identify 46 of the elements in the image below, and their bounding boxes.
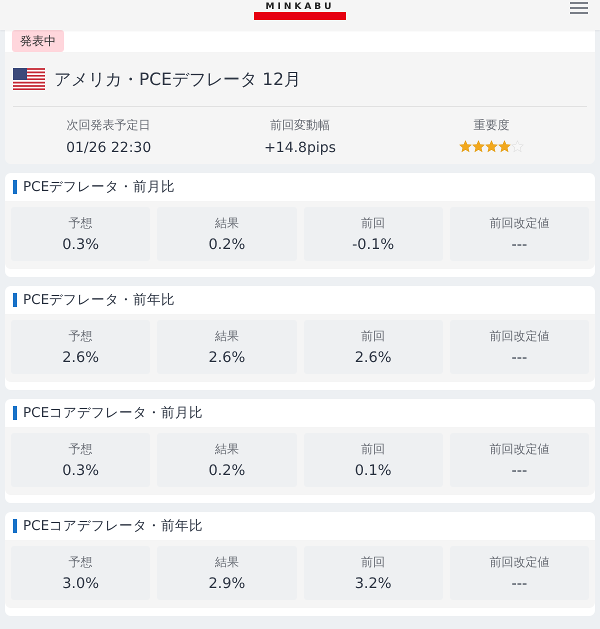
- cell-label: 前回: [361, 328, 386, 345]
- cell-value: ---: [512, 576, 528, 592]
- info-label: 次回発表予定日: [66, 117, 151, 134]
- cell-label: 前回改定値: [489, 215, 550, 232]
- status-badge: 発表中: [12, 30, 64, 52]
- cell-value: 2.9%: [208, 576, 246, 592]
- menu-icon[interactable]: [570, 2, 588, 14]
- cell-value: -0.1%: [352, 237, 394, 253]
- cell-label: 前回: [361, 215, 386, 232]
- info-value: +14.8pips: [264, 140, 336, 156]
- cell-value: 2.6%: [354, 350, 392, 366]
- cell-value: 2.6%: [62, 350, 100, 366]
- section-title: PCEコアデフレータ・前年比: [23, 517, 204, 535]
- section-title: PCEコアデフレータ・前月比: [23, 404, 204, 422]
- flag-icon: [13, 68, 45, 90]
- section-title: PCEデフレータ・前月比: [23, 178, 176, 196]
- cell-value: 2.6%: [208, 350, 246, 366]
- cell-value: ---: [512, 237, 528, 253]
- cell-value: ---: [512, 463, 528, 479]
- cell-label: 前回改定値: [489, 441, 550, 458]
- cell-value: 3.0%: [62, 576, 100, 592]
- cell-value: 0.2%: [208, 237, 246, 253]
- cell-label: 結果: [214, 554, 239, 571]
- cell-value: 3.2%: [354, 576, 392, 592]
- cell-label: 予想: [68, 328, 93, 345]
- cell-value: 0.3%: [62, 237, 100, 253]
- cell-label: 前回: [361, 554, 386, 571]
- cell-label: 予想: [68, 215, 93, 232]
- info-label: 前回変動幅: [270, 117, 330, 134]
- cell-label: 予想: [68, 554, 93, 571]
- cell-label: 前回: [361, 441, 386, 458]
- cell-label: 結果: [214, 328, 239, 345]
- cell-label: 前回改定値: [489, 328, 550, 345]
- cell-label: 結果: [214, 215, 239, 232]
- cell-value: 0.1%: [354, 463, 392, 479]
- info-label: 重要度: [473, 117, 510, 134]
- info-value: 01/26 22:30: [66, 140, 152, 156]
- event-title: アメリカ・PCEデフレータ 12月: [54, 68, 301, 90]
- cell-value: 0.3%: [62, 463, 100, 479]
- cell-label: 前回改定値: [489, 554, 550, 571]
- section-title: PCEデフレータ・前年比: [23, 291, 176, 309]
- cell-value: 0.2%: [208, 463, 246, 479]
- cell-label: 予想: [68, 441, 93, 458]
- cell-label: 結果: [214, 441, 239, 458]
- logo[interactable]: MINKABU: [254, 2, 346, 20]
- cell-value: ---: [512, 350, 528, 366]
